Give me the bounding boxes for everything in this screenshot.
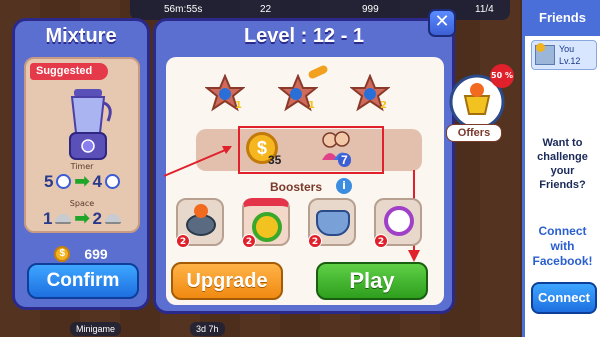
friend-level: Lv.12 xyxy=(559,56,581,66)
timer-to: 4 xyxy=(92,171,103,191)
mixture-card: Suggested Timer 5 ➡ 4 Space 1 ➡ 2 xyxy=(24,57,140,233)
friend-card[interactable]: You Lv.12 xyxy=(531,40,597,70)
star-1-count: 1 xyxy=(235,100,242,111)
avatar xyxy=(535,43,555,65)
confirm-button[interactable]: Confirm xyxy=(27,263,139,299)
friends-panel: Friends You Lv.12 Want to challenge your… xyxy=(522,0,600,337)
mixture-price: $ 699 xyxy=(15,246,147,262)
connect-facebook-text: Connect with Facebook! xyxy=(532,224,593,268)
arrow-right-icon: ➡ xyxy=(74,208,90,228)
arrow-right-icon: ➡ xyxy=(74,171,90,191)
space-label: Space xyxy=(69,199,95,208)
pointer-arrow-icon xyxy=(163,146,232,177)
booster-refresh[interactable]: 2 xyxy=(242,198,290,248)
price-value: 699 xyxy=(84,246,108,262)
life-timer: 56m:55s xyxy=(164,4,203,15)
challenge-text: Want to challenge your Friends? xyxy=(537,137,588,191)
timer-label: Timer xyxy=(70,162,94,171)
star-goal-1: 1 xyxy=(205,74,245,112)
blender-icon xyxy=(69,89,112,160)
coin-goal-value: 35 xyxy=(268,153,282,167)
space-from: 1 xyxy=(42,208,53,228)
minigame-label[interactable]: Minigame xyxy=(70,322,122,336)
space-upgrade-row: 1 ➡ 2 xyxy=(26,208,138,229)
level-title: Level : 12 - 1 xyxy=(243,25,365,47)
event-timer: 3d 7h xyxy=(190,322,225,336)
star-goal-2: 1 xyxy=(278,74,318,112)
star-3-count: 2 xyxy=(380,100,387,111)
connect-button[interactable]: Connect xyxy=(531,282,597,314)
timer-from: 5 xyxy=(43,171,54,191)
upgrade-button[interactable]: Upgrade xyxy=(171,262,283,300)
booster-count: 2 xyxy=(374,234,388,248)
booster-pot[interactable]: 2 xyxy=(308,198,356,248)
info-icon[interactable]: i xyxy=(336,178,352,194)
coin-icon: $ xyxy=(54,246,71,262)
close-button[interactable]: ✕ xyxy=(428,9,456,37)
rank-icon xyxy=(536,43,545,52)
mixture-title: Mixture xyxy=(45,25,117,47)
suggested-badge: Suggested xyxy=(30,63,108,80)
coins-count: 999 xyxy=(362,4,379,15)
star-goal-3: 2 xyxy=(350,74,390,112)
pot-icon xyxy=(316,210,350,236)
clock-icon xyxy=(384,206,414,236)
star-2-count: 1 xyxy=(308,100,315,111)
booster-count: 2 xyxy=(308,234,322,248)
refresh-icon xyxy=(252,212,282,242)
progress-count: 11/4 xyxy=(475,4,494,15)
booster-clock[interactable]: 2 xyxy=(374,198,422,248)
play-button[interactable]: Play xyxy=(316,262,428,300)
clock-icon xyxy=(56,174,72,189)
sale-tag: 50 % xyxy=(490,64,514,88)
mixture-panel: Mixture Suggested Timer 5 ➡ 4 Space 1 ➡ … xyxy=(12,18,150,310)
friend-name: You xyxy=(559,44,575,54)
timer-upgrade-row: 5 ➡ 4 xyxy=(26,171,138,192)
customers-goal-value: 7 xyxy=(338,153,351,167)
space-to: 2 xyxy=(92,208,103,228)
offers-label[interactable]: Offers xyxy=(446,124,502,142)
booster-pan[interactable]: 2 xyxy=(176,198,224,248)
friends-title: Friends xyxy=(525,0,600,36)
clock-icon xyxy=(105,174,121,189)
tray-icon xyxy=(55,213,72,224)
fire-icon xyxy=(194,204,208,218)
booster-count: 2 xyxy=(242,234,256,248)
tray-icon xyxy=(105,213,122,224)
booster-count: 2 xyxy=(176,234,190,248)
boosters-label: Boosters xyxy=(270,180,323,194)
hearts-count: 22 xyxy=(260,4,272,15)
